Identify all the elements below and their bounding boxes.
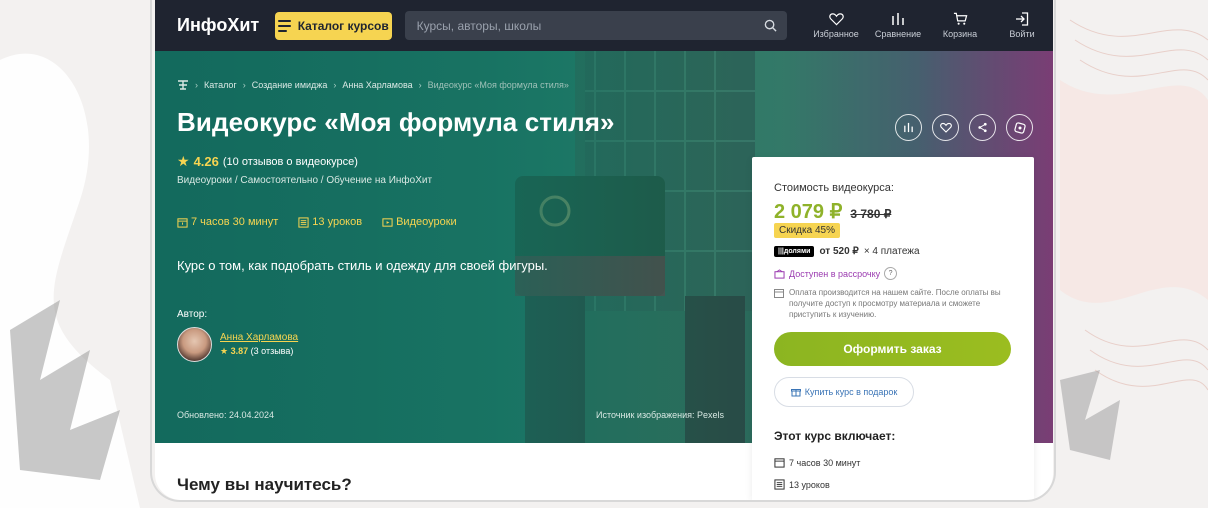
duration-item: 7 часов 30 минут (177, 216, 278, 228)
nav-compare-label: Сравнение (874, 29, 922, 39)
nav-cart[interactable]: Корзина (929, 12, 991, 39)
catalog-button-label: Каталог курсов (297, 18, 389, 33)
includes-lessons-text: 13 уроков (789, 479, 830, 490)
gift-button[interactable]: Купить курс в подарок (774, 377, 914, 407)
breadcrumb-category[interactable]: Создание имиджа (252, 80, 328, 90)
installment-icon (774, 268, 785, 279)
course-actions (895, 114, 1033, 141)
page-title: Видеокурс «Моя формула стиля» (177, 107, 615, 137)
author-block: Анна Харламова ★ 3.87 (3 отзыва) (177, 327, 298, 362)
updated-date: Обновлено: 24.04.2024 (177, 410, 274, 420)
calendar-clock-icon (774, 458, 785, 468)
search-input[interactable] (414, 17, 739, 34)
lessons-item: 13 уроков (298, 216, 362, 228)
heart-icon (939, 122, 952, 133)
search-icon[interactable] (764, 19, 777, 32)
chevron-right-icon: › (242, 80, 246, 90)
course-tags: Видеоуроки / Самостоятельно / Обучение н… (177, 175, 433, 186)
compare-button[interactable] (895, 114, 922, 141)
rassrochka-link[interactable]: Доступен в рассрочку ? (774, 267, 898, 280)
login-icon (1016, 12, 1029, 26)
breadcrumb-author[interactable]: Анна Харламова (342, 80, 412, 90)
dolyami-badge: |||долями (774, 246, 815, 257)
gift-icon (790, 389, 801, 397)
installment-count: × 4 платежа (863, 246, 920, 257)
rassrochka-text: Доступен в рассрочку (789, 268, 881, 279)
catalog-button[interactable]: Каталог курсов (274, 11, 392, 40)
image-source: Источник изображения: Pexels (596, 410, 725, 420)
current-price: 2 079 ₽ (774, 201, 843, 223)
discount-badge: Скидка 45% (774, 223, 840, 238)
gift-badge-icon (1013, 121, 1026, 134)
rating-value: 4.26 (193, 154, 219, 169)
star-icon: ★ (220, 346, 229, 356)
calendar-clock-icon (177, 217, 188, 228)
includes-title: Этот курс включает: (774, 429, 896, 443)
share-icon (978, 122, 987, 133)
author-rating-value: 3.87 (230, 346, 249, 356)
course-rating: ★ 4.26 (10 отзывов о видеокурсе) (177, 153, 358, 170)
chevron-right-icon: › (333, 80, 337, 90)
nav-login-label: Войти (1009, 29, 1035, 39)
cart-icon (953, 12, 967, 25)
includes-lessons: 13 уроков (774, 479, 830, 490)
help-icon[interactable]: ? (884, 267, 898, 280)
nav-favorites[interactable]: Избранное (805, 12, 867, 39)
search-bar (404, 11, 787, 40)
installment-amount: от 520 ₽ (819, 246, 859, 257)
reviews-link[interactable]: (10 отзывов о видеокурсе) (223, 156, 358, 168)
includes-duration: 7 часов 30 минут (774, 457, 860, 468)
author-rating: ★ 3.87 (3 отзыва) (220, 346, 298, 357)
nav-login[interactable]: Войти (991, 12, 1053, 39)
gift-button-label: Купить курс в подарок (804, 387, 898, 397)
course-description: Курс о том, как подобрать стиль и одежду… (177, 258, 548, 273)
video-icon (382, 217, 393, 227)
payment-note-text: Оплата производится на нашем сайте. Посл… (789, 288, 1001, 319)
payment-note: Оплата производится на нашем сайте. Посл… (774, 288, 1014, 320)
author-name-link[interactable]: Анна Харламова (220, 332, 298, 343)
favorite-button[interactable] (932, 114, 959, 141)
price-label: Стоимость видеокурса: (774, 182, 894, 194)
site-header: ИнфоХит Каталог курсов Избранное Сравнен… (155, 0, 1053, 51)
breadcrumb-current: Видеокурс «Моя формула стиля» (427, 80, 569, 90)
header-nav: Избранное Сравнение Корзина Войти (805, 12, 1053, 39)
breadcrumb: › Каталог › Создание имиджа › Анна Харла… (177, 79, 569, 91)
share-button[interactable] (969, 114, 996, 141)
compare-icon (892, 13, 904, 25)
nav-compare[interactable]: Сравнение (867, 12, 929, 39)
price-card: Стоимость видеокурса: 2 079 ₽ 3 780 ₽ Ск… (752, 157, 1034, 500)
format-item: Видеоуроки (382, 216, 457, 228)
browser-page: ИнфоХит Каталог курсов Избранное Сравнен… (155, 0, 1053, 500)
heart-icon (828, 13, 844, 26)
star-icon: ★ (177, 153, 190, 169)
format-text: Видеоуроки (396, 216, 457, 228)
card-icon (774, 289, 784, 298)
author-reviews: (3 отзыва) (250, 346, 294, 356)
lessons-text: 13 уроков (312, 216, 363, 228)
home-icon[interactable] (177, 79, 189, 91)
chevron-right-icon: › (195, 80, 198, 90)
compare-icon (904, 122, 913, 133)
old-price: 3 780 ₽ (850, 207, 892, 221)
menu-icon (277, 19, 291, 32)
duration-text: 7 часов 30 минут (191, 216, 279, 228)
badge-button[interactable] (1006, 114, 1033, 141)
section-title-learn: Чему вы научитесь? (177, 475, 352, 494)
avatar[interactable] (177, 327, 212, 362)
includes-duration-text: 7 часов 30 минут (789, 457, 861, 468)
list-icon (774, 479, 785, 490)
price-block: 2 079 ₽ 3 780 ₽ (774, 199, 891, 224)
installment-info: |||долями от 520 ₽ × 4 платежа (774, 246, 920, 257)
site-logo[interactable]: ИнфоХит (177, 15, 275, 36)
author-label: Автор: (177, 309, 208, 320)
nav-cart-label: Корзина (942, 29, 978, 39)
order-button[interactable]: Оформить заказ (774, 332, 1011, 366)
course-meta: 7 часов 30 минут 13 уроков Видеоуроки (177, 216, 457, 228)
list-icon (298, 216, 309, 228)
chevron-right-icon: › (418, 80, 422, 90)
nav-favorites-label: Избранное (813, 29, 859, 39)
breadcrumb-catalog[interactable]: Каталог (204, 80, 237, 90)
